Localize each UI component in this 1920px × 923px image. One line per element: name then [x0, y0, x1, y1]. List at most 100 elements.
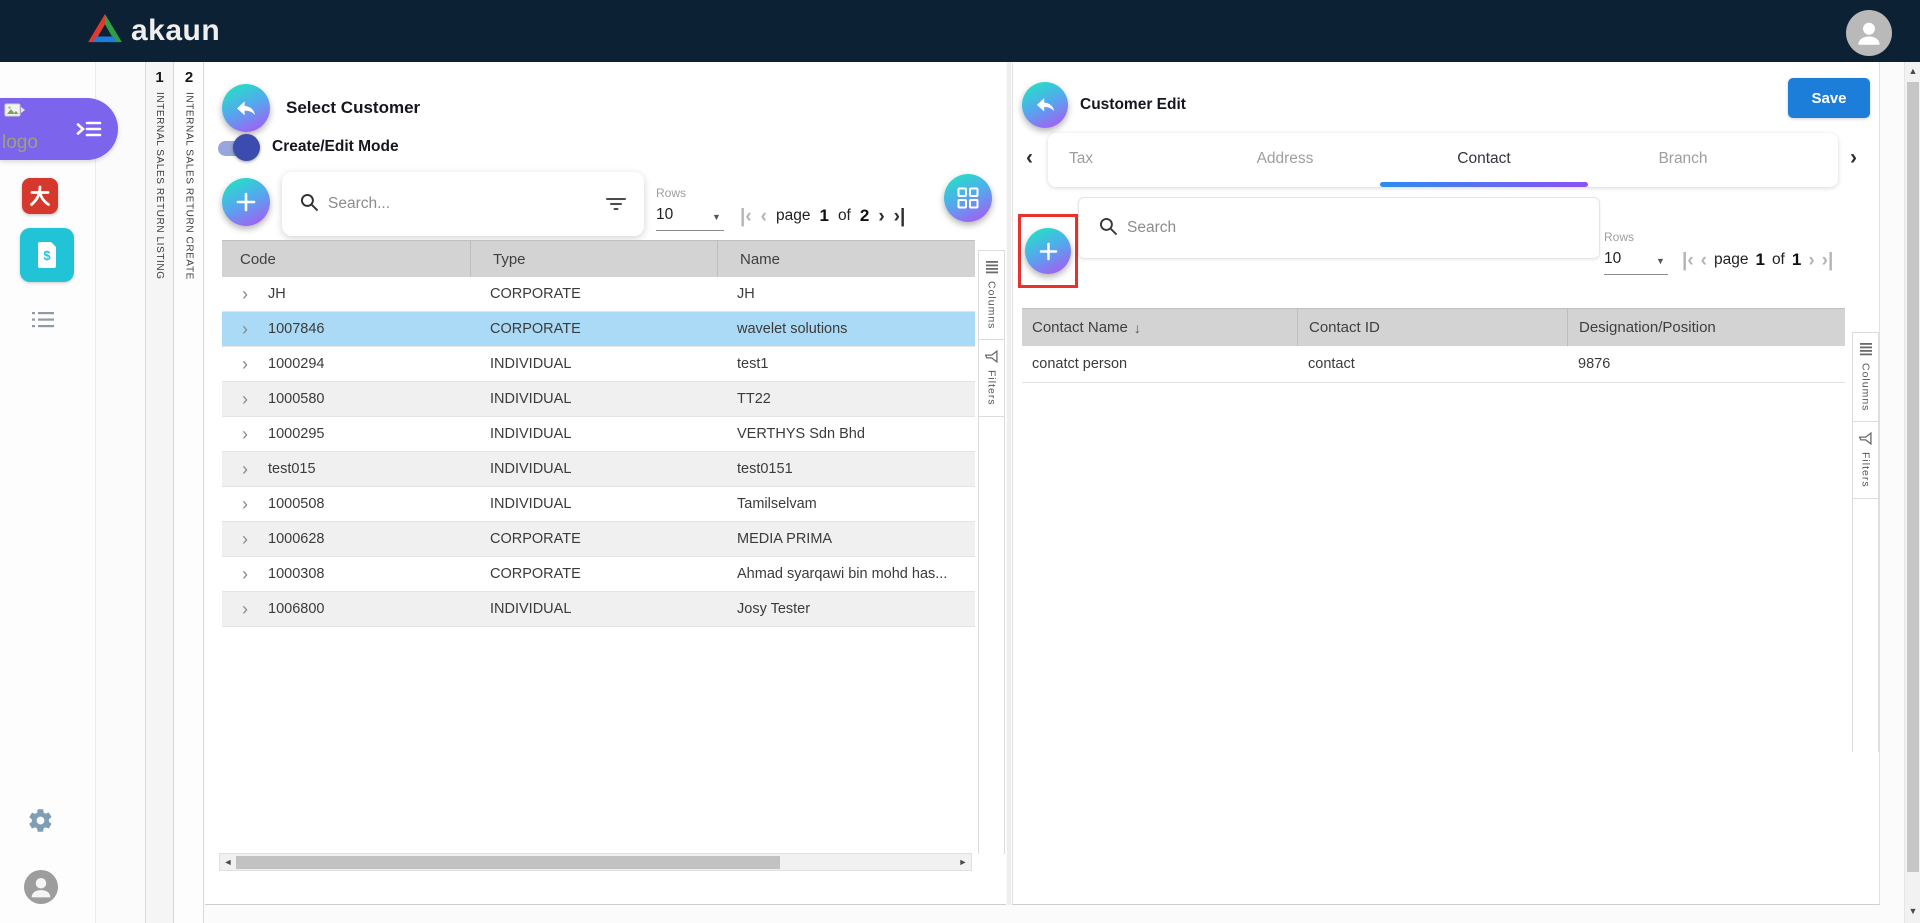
scroll-right-icon[interactable]: ► — [955, 857, 971, 867]
column-header-type[interactable]: Type — [470, 241, 717, 277]
workspace-tab-listing[interactable]: 1 INTERNAL SALES RETURN LISTING — [145, 62, 174, 923]
prev-page-button[interactable]: ‹ — [761, 207, 767, 226]
save-button[interactable]: Save — [1788, 78, 1870, 118]
filters-toggle[interactable]: Filters — [979, 340, 1004, 417]
rows-dropdown-caret-icon[interactable]: ▼ — [712, 212, 721, 222]
row-expand-icon[interactable]: › — [222, 530, 268, 548]
cell-type: CORPORATE — [490, 321, 737, 337]
filters-toggle[interactable]: Filters — [1853, 422, 1878, 499]
filters-label: Filters — [1860, 452, 1872, 488]
workspace-tab-label: INTERNAL SALES RETURN LISTING — [154, 92, 165, 280]
next-page-button[interactable]: › — [1808, 251, 1814, 270]
table-row[interactable]: › 1000580 INDIVIDUAL TT22 — [222, 382, 975, 417]
cell-type: CORPORATE — [490, 286, 737, 302]
first-page-button[interactable]: |‹ — [1682, 251, 1694, 270]
row-expand-icon[interactable]: › — [222, 460, 268, 478]
row-expand-icon[interactable]: › — [222, 320, 268, 338]
row-expand-icon[interactable]: › — [222, 285, 268, 303]
cell-name: MEDIA PRIMA — [737, 531, 975, 547]
dollar-document-icon: $ — [34, 240, 60, 270]
columns-toggle[interactable]: Columns — [979, 250, 1004, 340]
customer-search-box — [282, 172, 644, 236]
column-header-code[interactable]: Code — [240, 241, 470, 277]
table-row[interactable]: › JH CORPORATE JH — [222, 277, 975, 312]
grid-view-button[interactable] — [944, 174, 992, 222]
filter-funnel-icon — [1859, 432, 1872, 445]
table-horizontal-scrollbar[interactable]: ◄ ► — [219, 853, 972, 871]
columns-toggle[interactable]: Columns — [1853, 332, 1878, 422]
tabs-scroll-right-icon[interactable]: › — [1850, 146, 1857, 170]
user-avatar[interactable] — [1846, 10, 1892, 56]
row-expand-icon[interactable]: › — [222, 390, 268, 408]
add-customer-button[interactable] — [222, 178, 270, 226]
row-expand-icon[interactable]: › — [222, 565, 268, 583]
scroll-down-icon[interactable]: ▼ — [1905, 906, 1920, 916]
sidebar-app-icon-red[interactable] — [22, 178, 58, 214]
tab-branch[interactable]: Branch — [1658, 150, 1707, 168]
sort-desc-icon[interactable]: ↓ — [1134, 320, 1141, 336]
back-arrow-icon — [1035, 96, 1056, 114]
broken-image-icon — [4, 103, 26, 126]
column-header-contact-name[interactable]: Contact Name ↓ — [1032, 309, 1297, 346]
left-panel-title: Select Customer — [286, 98, 420, 118]
cell-name: test1 — [737, 356, 975, 372]
add-contact-button[interactable] — [1025, 228, 1071, 274]
hscroll-thumb[interactable] — [236, 856, 780, 869]
scroll-up-icon[interactable]: ▲ — [1905, 66, 1920, 76]
contact-row[interactable]: conatct person contact 9876 — [1022, 346, 1845, 383]
column-header-contact-id[interactable]: Contact ID — [1297, 309, 1567, 346]
tabs-scroll-left-icon[interactable]: ‹ — [1026, 146, 1033, 170]
table-row-selected[interactable]: › 1007846 CORPORATE wavelet solutions — [222, 312, 975, 347]
rows-underline — [656, 230, 724, 231]
table-row[interactable]: › test015 INDIVIDUAL test0151 — [222, 452, 975, 487]
tab-tax[interactable]: Tax — [1069, 150, 1093, 168]
current-page: 1 — [819, 206, 828, 226]
row-expand-icon[interactable]: › — [222, 425, 268, 443]
page-vertical-scrollbar[interactable]: ▲ ▼ — [1904, 62, 1920, 923]
cell-code: 1000508 — [268, 496, 490, 512]
filter-funnel-icon — [985, 350, 998, 363]
table-row[interactable]: › 1000294 INDIVIDUAL test1 — [222, 347, 975, 382]
create-edit-mode-toggle[interactable] — [216, 134, 258, 162]
workspace-tab-create[interactable]: 2 INTERNAL SALES RETURN CREATE — [175, 62, 204, 923]
scroll-left-icon[interactable]: ◄ — [220, 857, 236, 867]
right-pagination: |‹ ‹ page 1 of 1 › ›| — [1682, 250, 1833, 270]
table-row[interactable]: › 1000308 CORPORATE Ahmad syarqawi bin m… — [222, 557, 975, 592]
cell-code: 1007846 — [268, 321, 490, 337]
brand-logo[interactable]: akaun — [88, 0, 220, 62]
row-expand-icon[interactable]: › — [222, 495, 268, 513]
customer-search-input[interactable] — [328, 195, 596, 213]
columns-icon — [1860, 343, 1872, 356]
contact-search-input[interactable] — [1127, 219, 1579, 237]
columns-icon — [986, 261, 998, 274]
column-header-name[interactable]: Name — [717, 241, 975, 277]
filter-list-icon[interactable] — [606, 197, 626, 211]
menu-open-icon[interactable] — [76, 120, 102, 143]
table-row[interactable]: › 1000295 INDIVIDUAL VERTHYS Sdn Bhd — [222, 417, 975, 452]
last-page-button[interactable]: ›| — [894, 207, 906, 226]
page-word: page — [776, 207, 810, 225]
vscroll-thumb[interactable] — [1907, 82, 1919, 872]
sidebar-app-icon-invoice[interactable]: $ — [20, 228, 74, 282]
row-expand-icon[interactable]: › — [222, 600, 268, 618]
table-row[interactable]: › 1000508 INDIVIDUAL Tamilselvam — [222, 487, 975, 522]
settings-gear-icon[interactable] — [26, 806, 54, 834]
rows-dropdown-caret-icon[interactable]: ▼ — [1656, 256, 1665, 266]
rows-per-page-select[interactable]: 10 — [656, 206, 673, 224]
row-expand-icon[interactable]: › — [222, 355, 268, 373]
table-row[interactable]: › 1000628 CORPORATE MEDIA PRIMA — [222, 522, 975, 557]
tab-address[interactable]: Address — [1257, 150, 1314, 168]
back-button-right[interactable] — [1022, 82, 1068, 128]
sidebar-list-icon[interactable] — [30, 310, 56, 330]
rows-per-page-select[interactable]: 10 — [1604, 250, 1621, 268]
back-button-left[interactable] — [222, 84, 270, 132]
next-page-button[interactable]: › — [878, 207, 884, 226]
sidebar-user-icon[interactable] — [24, 870, 58, 904]
sidebar-logo-pill[interactable]: logo — [0, 98, 118, 160]
first-page-button[interactable]: |‹ — [740, 207, 752, 226]
last-page-button[interactable]: ›| — [1822, 251, 1834, 270]
prev-page-button[interactable]: ‹ — [1701, 251, 1707, 270]
tab-contact[interactable]: Contact — [1457, 150, 1510, 168]
table-row[interactable]: › 1006800 INDIVIDUAL Josy Tester — [222, 592, 975, 627]
column-header-designation[interactable]: Designation/Position — [1567, 309, 1845, 346]
